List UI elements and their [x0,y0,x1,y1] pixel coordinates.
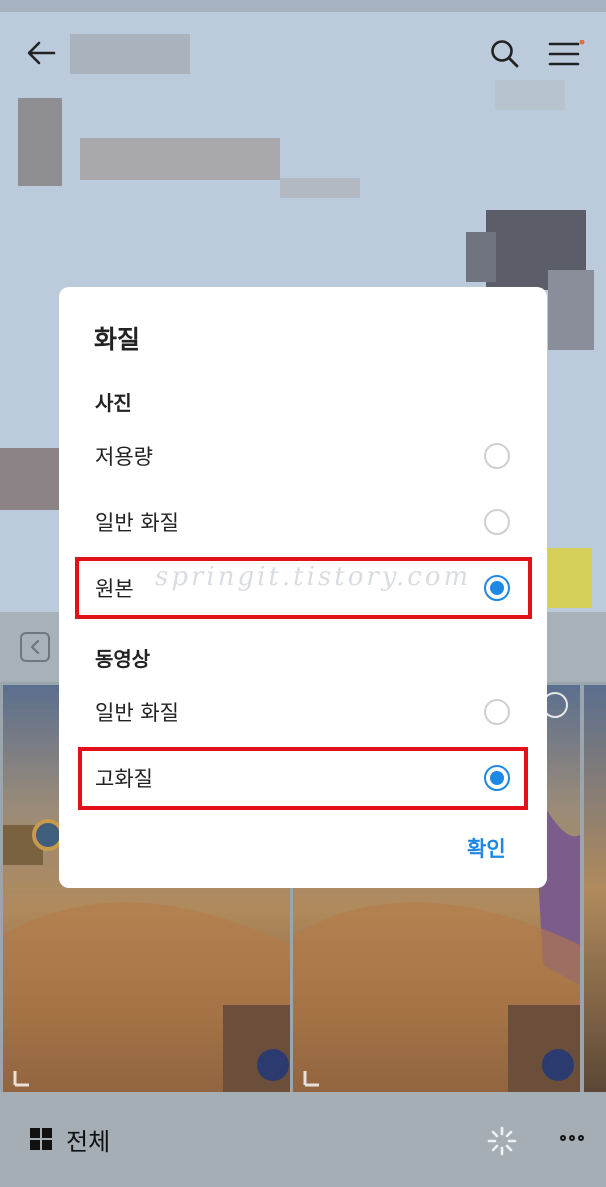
more-icon [560,1135,566,1141]
media-thumbnail[interactable] [584,685,606,1093]
back-button[interactable] [24,38,58,68]
radio-button-selected[interactable] [484,575,510,601]
panel-back-button[interactable] [20,632,50,662]
all-filter-label[interactable]: 전체 [66,1122,110,1157]
option-label: 원본 [95,577,134,601]
dialog-title: 화질 [94,325,141,354]
option-label: 저용량 [95,445,153,469]
search-icon [491,40,519,68]
section-video-label: 동영상 [95,647,151,671]
option-label: 고화질 [95,767,153,791]
option-photo-low[interactable]: 저용량 [59,426,547,486]
radio-button[interactable] [484,509,510,535]
chat-header [0,12,606,96]
option-photo-normal[interactable]: 일반 화질 [59,492,547,552]
more-button[interactable] [556,1124,588,1152]
radio-button[interactable] [484,443,510,469]
blurred-right-block [466,232,496,282]
loading-spinner-icon [487,1126,517,1156]
blurred-message [80,138,280,180]
arrow-left-icon [27,41,56,65]
hamburger-menu-icon [548,39,585,66]
watermark-text: springit.tistory.com [155,562,472,592]
grid-icon[interactable] [30,1128,52,1150]
media-bottom-bar: 전체 [0,1092,606,1187]
menu-button[interactable] [546,39,585,70]
search-button[interactable] [488,38,522,70]
more-icon [578,1135,584,1141]
blurred-right-block [548,270,594,350]
blurred-avatar [18,98,62,186]
blurred-left-block [0,448,62,510]
option-video-normal[interactable]: 일반 화질 [59,682,547,742]
more-icon [569,1135,575,1141]
radio-button[interactable] [484,699,510,725]
option-label: 일반 화질 [95,701,179,725]
status-bar [0,0,606,12]
option-label: 일반 화질 [95,511,179,535]
confirm-button[interactable]: 확인 [467,833,506,863]
radio-button-selected[interactable] [484,765,510,791]
option-video-high[interactable]: 고화질 [59,748,547,808]
chevron-left-icon [30,639,40,655]
blurred-message [280,178,360,198]
section-photo-label: 사진 [95,391,132,415]
